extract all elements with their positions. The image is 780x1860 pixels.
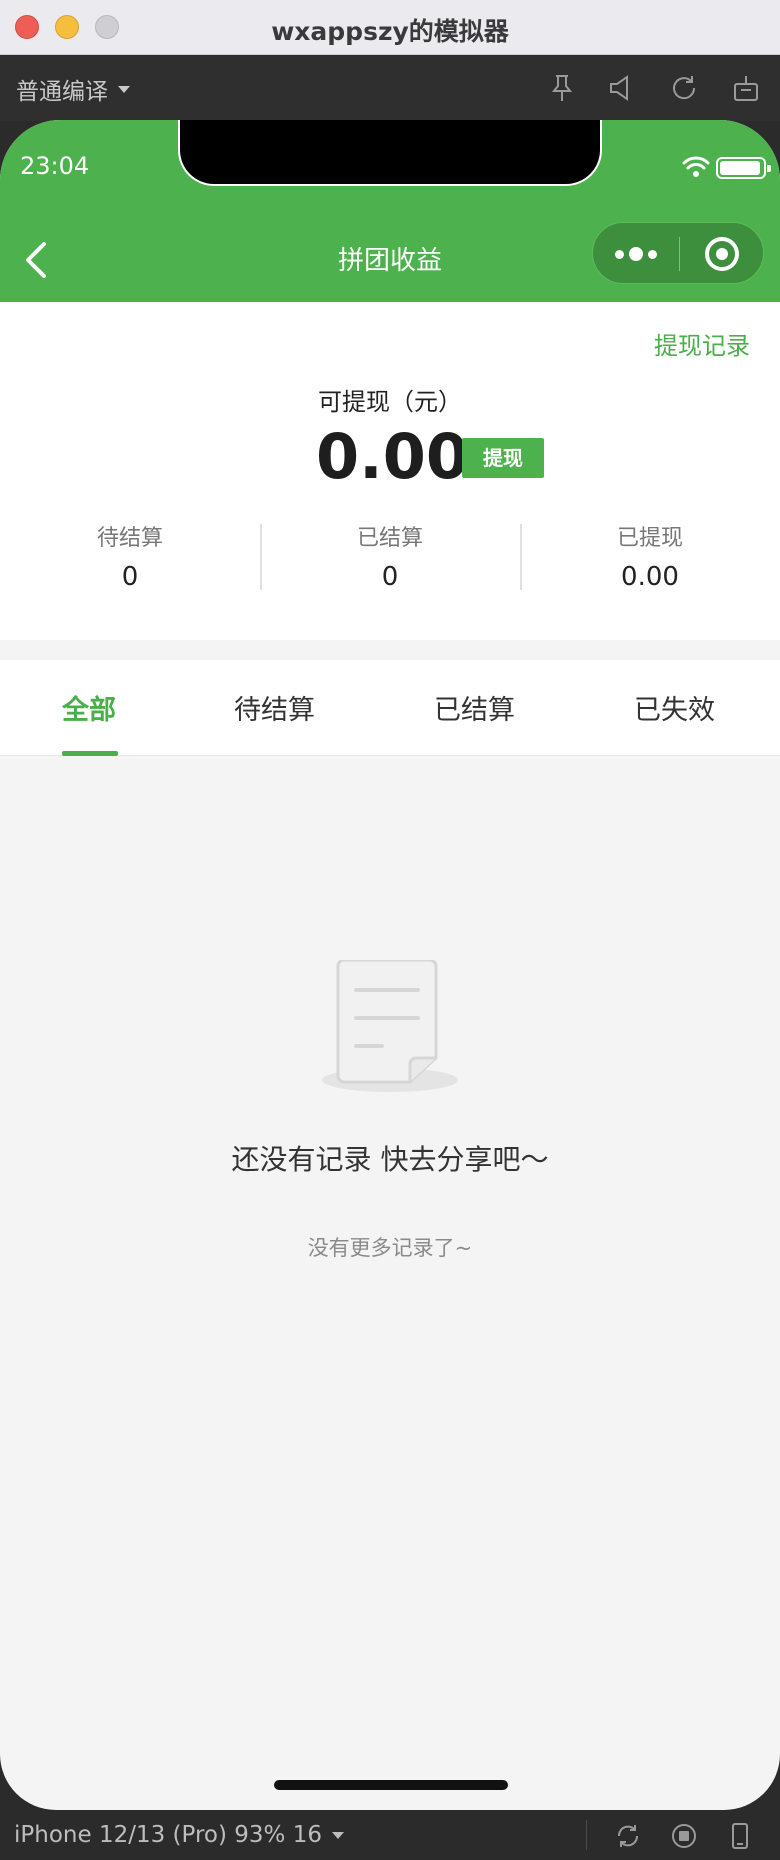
window-title: wxappszy的模拟器 [271,17,509,46]
wifi-icon [682,156,710,177]
tab-all[interactable]: 全部 [62,688,116,727]
tab-settled[interactable]: 已结算 [434,688,515,727]
more-options-icon[interactable] [609,241,663,267]
stat-value: 0 [121,562,139,592]
stat-label: 已结算 [356,526,423,551]
available-label: 可提现（元） [318,388,462,416]
device-label: iPhone 12/13 (Pro) 93% 16 [14,1822,322,1848]
simulator-bottom-bar: iPhone 12/13 (Pro) 93% 16 [0,1810,780,1860]
device-selector[interactable]: iPhone 12/13 (Pro) 93% 16 [14,1822,344,1848]
stat-settled: 已结算 0 [260,520,520,592]
active-tab-indicator [62,751,118,756]
nav-header: 23:04 拼团收益 [0,120,780,302]
no-more-records: 没有更多记录了~ [307,1236,473,1260]
stat-pending: 待结算 0 [0,520,260,592]
device-notch [178,120,602,186]
pin-icon[interactable] [546,72,578,104]
available-amount: 0.00 [316,420,469,493]
rotate-icon[interactable] [614,1822,642,1850]
filter-tabs: 全部 待结算 已结算 已失效 [0,660,780,756]
section-gap [0,640,780,660]
stat-withdrawn: 已提现 0.00 [520,520,780,592]
empty-document-icon [322,960,458,1092]
chevron-down-icon [118,85,130,93]
simulator-window: wxappszy的模拟器 普通编译 23:04 拼团收益 提现记录 可提现（元）… [0,0,780,1860]
battery-icon [716,157,771,179]
divider [586,1820,587,1850]
refresh-icon[interactable] [668,72,700,104]
stat-label: 待结算 [96,526,163,551]
tab-pending[interactable]: 待结算 [234,688,315,727]
empty-state-message: 还没有记录 快去分享吧～ [231,1143,549,1176]
chevron-down-icon [331,1831,344,1839]
withdraw-history-link[interactable]: 提现记录 [654,326,750,361]
withdraw-button[interactable]: 提现 [462,438,544,478]
compile-mode-label: 普通编译 [16,79,108,105]
capsule-divider [679,237,680,271]
window-titlebar: wxappszy的模拟器 [0,0,780,55]
status-time: 23:04 [20,152,90,180]
stats-row: 待结算 0 已结算 0 已提现 0.00 [0,520,780,592]
close-miniprogram-icon[interactable] [705,237,739,271]
compile-mode-dropdown[interactable]: 普通编译 [16,72,130,106]
earnings-summary-card: 提现记录 可提现（元） 0.00 提现 待结算 0 已结算 0 已提现 0.00 [0,302,780,640]
miniprogram-capsule [592,222,764,284]
tab-expired[interactable]: 已失效 [634,688,715,727]
stat-value: 0.00 [621,562,679,592]
home-indicator [274,1780,508,1790]
robot-icon[interactable] [730,72,762,104]
stat-value: 0 [381,562,399,592]
simulator-toolbar: 普通编译 [0,56,780,121]
phone-screen: 23:04 拼团收益 提现记录 可提现（元） 0.00 提现 待结算 0 已结算… [0,120,780,1810]
speaker-icon[interactable] [606,72,638,104]
stat-label: 已提现 [616,526,683,551]
phone-device-icon[interactable] [726,1822,754,1850]
stop-icon[interactable] [670,1822,698,1850]
